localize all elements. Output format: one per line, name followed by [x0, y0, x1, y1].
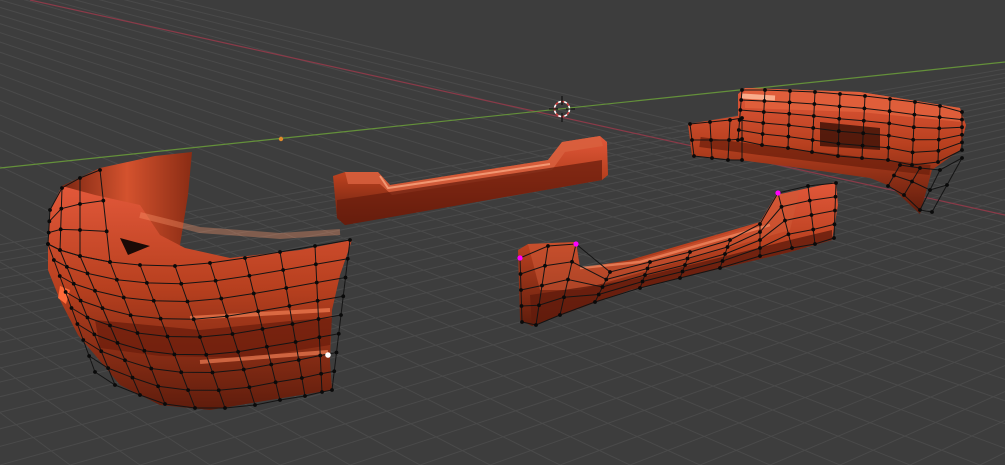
side-skirt-right[interactable] — [517, 181, 838, 327]
selected-vertex — [325, 352, 331, 358]
world-origin-point — [278, 136, 284, 142]
viewport-canvas[interactable] — [0, 0, 1005, 465]
side-skirt-left[interactable] — [333, 136, 608, 225]
3d-viewport[interactable] — [0, 0, 1005, 465]
